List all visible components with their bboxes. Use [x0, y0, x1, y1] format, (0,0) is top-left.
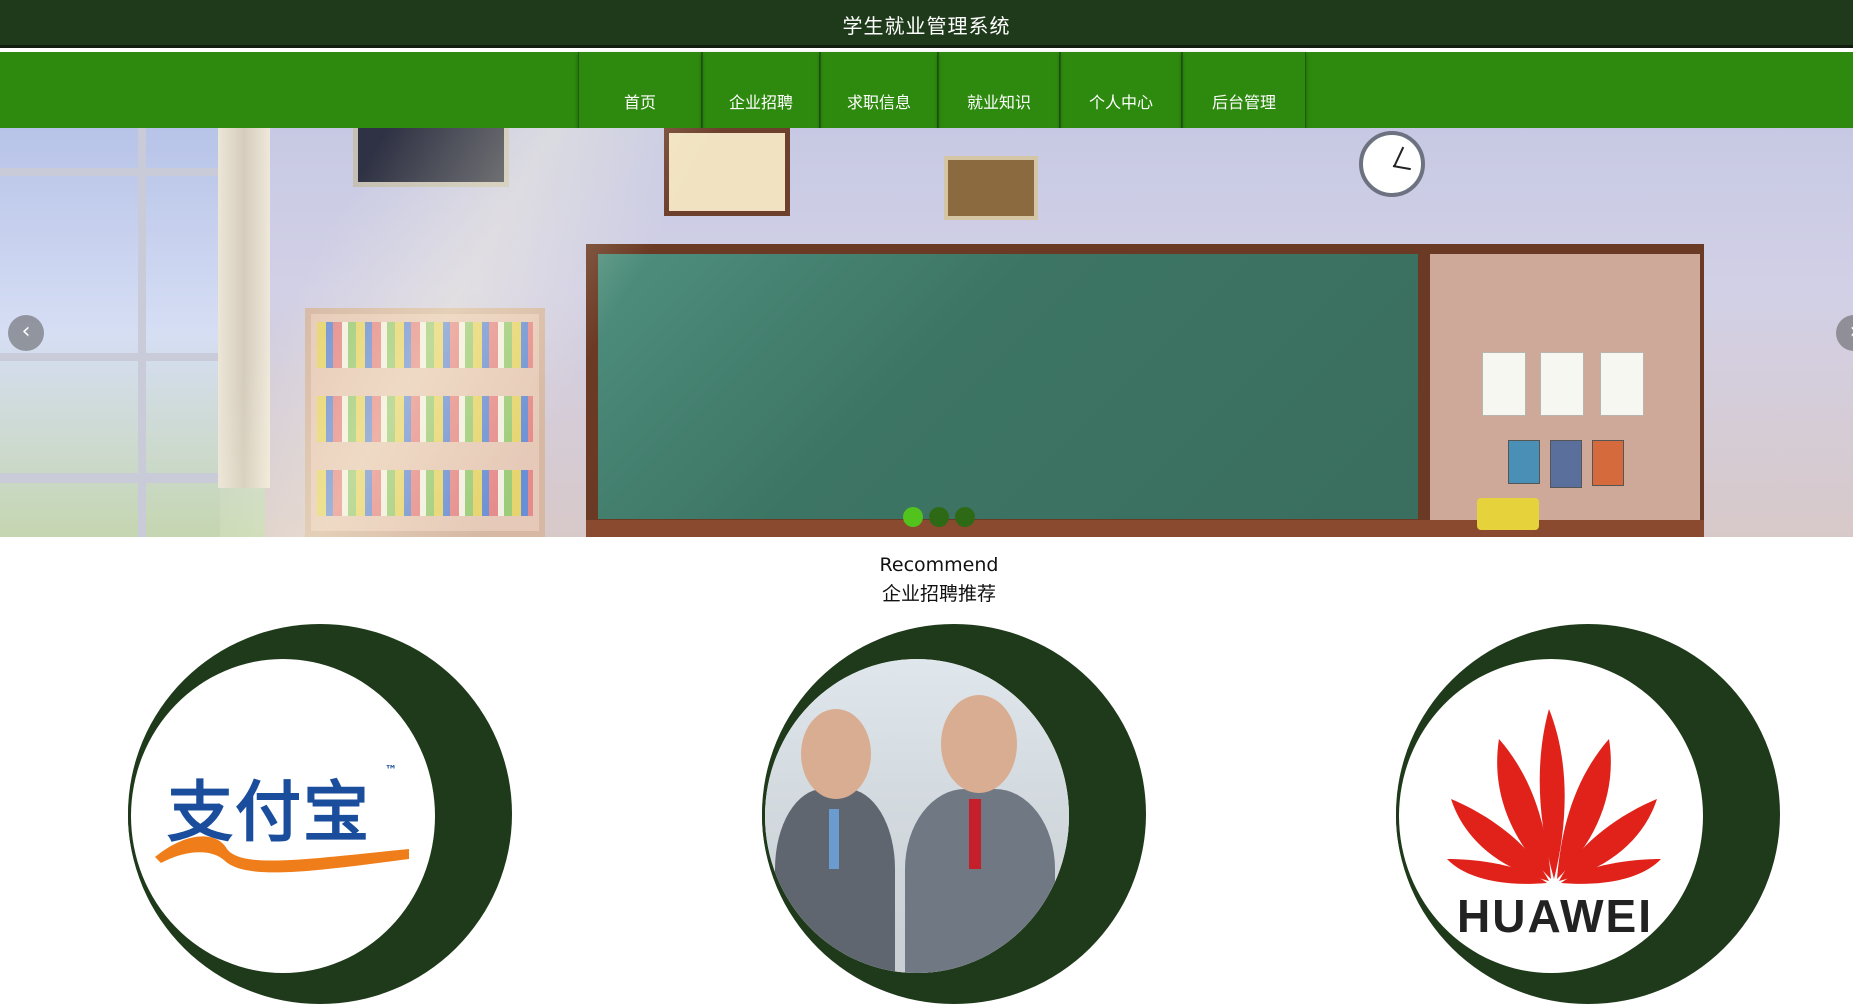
huawei-logo-text: HUAWEI	[1457, 890, 1653, 942]
card-image-circle: HUAWEI	[1396, 656, 1706, 976]
site-title: 学生就业管理系统	[842, 14, 1011, 38]
poster	[1592, 440, 1624, 486]
top-header: 学生就业管理系统	[0, 0, 1853, 48]
nav-item-job-seeking[interactable]: 求职信息	[820, 52, 938, 128]
card-image-circle	[762, 656, 1072, 976]
wall-speaker	[944, 156, 1038, 220]
alipay-logo: 支付宝 ™	[147, 759, 417, 889]
hero-carousel	[0, 128, 1853, 537]
carousel-prev-button[interactable]: ‹	[8, 315, 44, 351]
recruitment-card[interactable]: HUAWEI	[1396, 624, 1780, 1004]
nav-item-home[interactable]: 首页	[578, 52, 702, 128]
notice-paper	[1600, 352, 1644, 416]
clock-hand	[1392, 165, 1411, 171]
card-image-circle: 支付宝 ™	[128, 656, 438, 976]
window-frame	[138, 128, 146, 537]
main-navigation: 首页 企业招聘 求职信息 就业知识 个人中心 后台管理	[0, 52, 1853, 128]
recruitment-card[interactable]: 支付宝 ™	[128, 624, 512, 1004]
yellow-case	[1477, 498, 1539, 530]
wall-clock-icon	[1359, 131, 1425, 197]
notice-paper	[1540, 352, 1584, 416]
red-tie	[969, 799, 981, 869]
blue-tie	[829, 809, 839, 869]
carousel-dot[interactable]	[929, 507, 949, 527]
nav-item-recruitment[interactable]: 企业招聘	[702, 52, 820, 128]
person-head	[801, 709, 871, 799]
trademark-mark: ™	[385, 763, 397, 777]
nav-item-employment-knowledge[interactable]: 就业知识	[938, 52, 1060, 128]
business-meeting-photo	[765, 659, 1069, 973]
recruitment-card[interactable]	[762, 624, 1146, 1004]
chevron-right-icon: ›	[1850, 319, 1853, 344]
chevron-left-icon: ‹	[21, 319, 31, 344]
section-title-zh: 企业招聘推荐	[881, 583, 996, 605]
sunlight-beam	[220, 128, 820, 537]
poster	[1550, 440, 1582, 488]
nav-item-personal-center[interactable]: 个人中心	[1060, 52, 1182, 128]
poster	[1508, 440, 1540, 484]
alipay-swoosh	[155, 836, 409, 873]
notice-board	[1430, 254, 1700, 537]
carousel-dot[interactable]	[955, 507, 975, 527]
carousel-dot[interactable]	[903, 507, 923, 527]
huawei-petals-icon	[1447, 709, 1661, 884]
person-head	[941, 695, 1017, 793]
notice-paper	[1482, 352, 1526, 416]
carousel-indicators	[903, 507, 975, 527]
recommend-section-heading: Recommend 企业招聘推荐	[0, 554, 1853, 606]
nav-item-admin[interactable]: 后台管理	[1182, 52, 1306, 128]
section-title-en: Recommend	[879, 554, 999, 576]
nav-list: 首页 企业招聘 求职信息 就业知识 个人中心 后台管理	[578, 52, 1306, 128]
